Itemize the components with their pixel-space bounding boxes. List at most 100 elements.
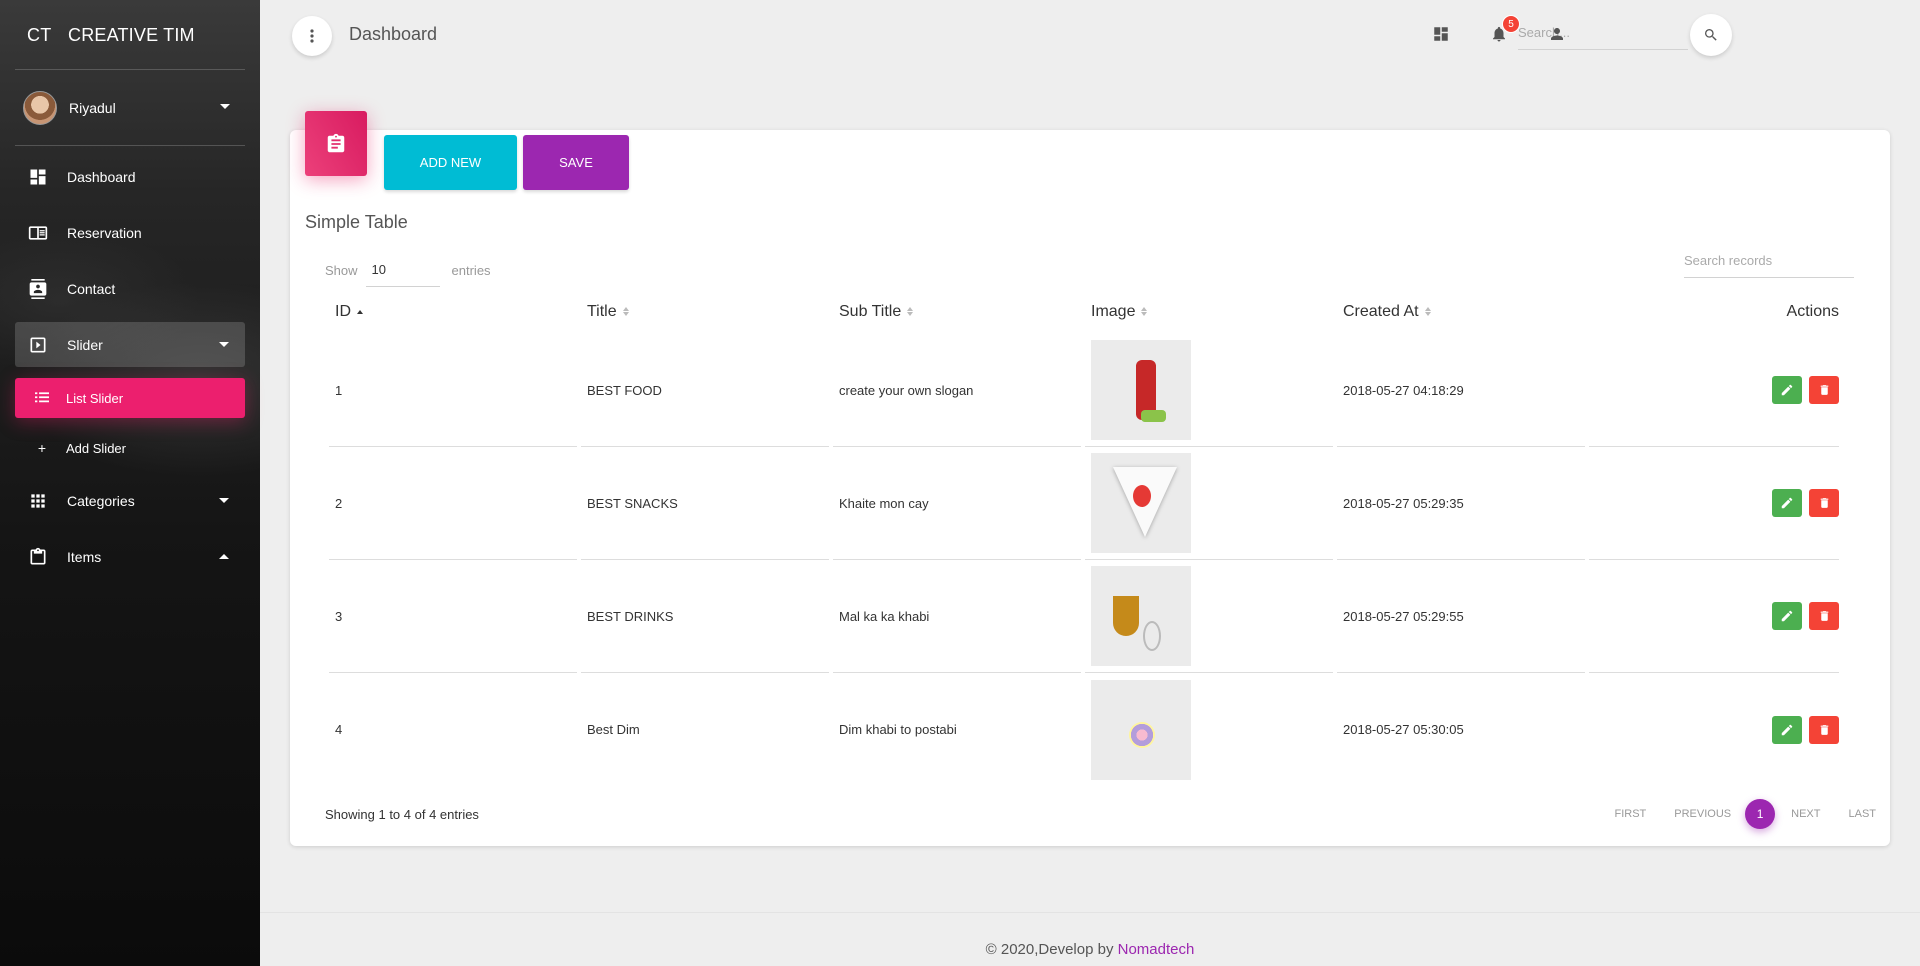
profile-button[interactable]	[1544, 21, 1570, 47]
delete-button[interactable]	[1809, 715, 1839, 744]
delete-button[interactable]	[1809, 376, 1839, 404]
trash-icon	[1820, 498, 1828, 508]
footer-link[interactable]: Nomadtech	[1118, 941, 1195, 958]
sort-asc-icon	[357, 309, 363, 315]
slider-image	[1091, 679, 1191, 780]
save-button[interactable]: SAVE	[523, 135, 629, 190]
sidebar-item-dashboard[interactable]: Dashboard	[15, 154, 245, 199]
entries-value: 10	[371, 262, 386, 277]
sidebar-subitem-list-slider[interactable]: List Slider	[15, 378, 245, 418]
add-new-button[interactable]: ADD NEW	[384, 135, 517, 190]
user-menu[interactable]: Riyadul	[0, 70, 260, 146]
person-icon	[1551, 28, 1563, 40]
pagination: FIRST PREVIOUS 1 NEXT LAST	[1587, 799, 1876, 829]
pencil-icon	[1782, 384, 1793, 396]
page-footer: © 2020,Develop by Nomadtech	[260, 912, 1920, 966]
search-records-input[interactable]	[1684, 244, 1854, 278]
sidebar-item-items[interactable]: Items	[15, 534, 245, 579]
slider-image	[1091, 340, 1191, 440]
sidebar-nav: Dashboard Reservation Contact Slider Lis…	[15, 154, 245, 590]
sidebar-item-slider[interactable]: Slider	[15, 322, 245, 367]
dashboard-icon	[1434, 27, 1448, 41]
entries-select[interactable]: 10	[365, 253, 440, 287]
slider-image	[1091, 453, 1191, 553]
table-header-row: ID Title Sub Title Image Created At Acti…	[329, 290, 1839, 334]
cell-actions	[1589, 673, 1839, 786]
sidebar-item-label: Reservation	[67, 224, 142, 241]
cell-image	[1085, 447, 1333, 560]
cell-image	[1085, 560, 1333, 673]
delete-button[interactable]	[1809, 489, 1839, 517]
slider-icon	[27, 334, 49, 356]
sidebar-item-categories[interactable]: Categories	[15, 478, 245, 523]
cell-title: BEST SNACKS	[581, 447, 829, 560]
column-header-image[interactable]: Image	[1085, 290, 1333, 334]
cell-subtitle: Mal ka ka khabi	[833, 560, 1081, 673]
table-info: Showing 1 to 4 of 4 entries	[325, 807, 479, 822]
column-header-subtitle[interactable]: Sub Title	[833, 290, 1081, 334]
table-row: 1 BEST FOOD create your own slogan 2018-…	[329, 334, 1839, 447]
cell-image	[1085, 673, 1333, 786]
table-row: 2 BEST SNACKS Khaite mon cay 2018-05-27 …	[329, 447, 1839, 560]
pagination-next[interactable]: NEXT	[1791, 808, 1820, 820]
entries-length: Show 10 entries	[325, 253, 491, 287]
pencil-icon	[1782, 610, 1793, 622]
data-table: ID Title Sub Title Image Created At Acti…	[325, 290, 1843, 786]
sort-icon	[1424, 306, 1431, 317]
sidebar-item-label: Dashboard	[67, 168, 136, 185]
notification-badge: 5	[1502, 15, 1520, 33]
contact-icon	[27, 278, 49, 300]
column-header-id[interactable]: ID	[329, 290, 577, 334]
pencil-icon	[1782, 724, 1793, 735]
edit-button[interactable]	[1772, 376, 1803, 404]
pagination-page-current[interactable]: 1	[1745, 799, 1776, 829]
cell-subtitle: Khaite mon cay	[833, 447, 1081, 560]
edit-button[interactable]	[1772, 489, 1803, 517]
caret-down-icon	[219, 498, 229, 503]
cell-id: 1	[329, 334, 577, 447]
apps-icon	[27, 490, 49, 512]
table-row: 4 Best Dim Dim khabi to postabi 2018-05-…	[329, 673, 1839, 786]
brand-name: CREATIVE TIM	[68, 24, 195, 45]
sidebar-item-reservation[interactable]: Reservation	[15, 210, 245, 255]
edit-button[interactable]	[1772, 715, 1803, 744]
sort-icon	[622, 306, 629, 317]
brand-mini: CT	[27, 24, 52, 45]
pagination-previous[interactable]: PREVIOUS	[1674, 808, 1731, 820]
sidebar-item-label: Slider	[67, 336, 103, 353]
cell-created: 2018-05-27 05:29:35	[1337, 447, 1585, 560]
sidebar-subitem-add-slider[interactable]: + Add Slider	[15, 428, 245, 468]
cell-id: 3	[329, 560, 577, 673]
sort-icon	[1141, 306, 1148, 317]
pagination-last[interactable]: LAST	[1848, 808, 1876, 820]
pagination-first[interactable]: FIRST	[1615, 808, 1647, 820]
page-title: Dashboard	[349, 24, 438, 44]
cell-created: 2018-05-27 05:30:05	[1343, 722, 1464, 737]
column-header-created[interactable]: Created At	[1337, 290, 1585, 334]
sort-icon	[907, 306, 914, 317]
cell-subtitle: create your own slogan	[833, 334, 1081, 447]
avatar	[23, 91, 57, 125]
card-header-icon	[305, 111, 367, 176]
column-header-title[interactable]: Title	[581, 290, 829, 334]
search-button[interactable]	[1690, 14, 1732, 56]
sidebar-toggle-button[interactable]	[292, 16, 332, 56]
cell-created: 2018-05-27 05:29:55	[1337, 560, 1585, 673]
sidebar-item-contact[interactable]: Contact	[15, 266, 245, 311]
cell-subtitle: Dim khabi to postabi	[839, 722, 957, 737]
edit-button[interactable]	[1772, 602, 1803, 630]
list-icon	[32, 390, 52, 406]
trash-icon	[1820, 611, 1828, 621]
dashboard-top-button[interactable]	[1428, 21, 1454, 47]
sidebar-subitem-label: Add Slider	[66, 440, 126, 456]
topbar: Dashboard 5	[260, 0, 1920, 70]
clipboard-icon	[27, 546, 49, 568]
cell-id: 2	[329, 447, 577, 560]
sidebar-item-label: Categories	[67, 492, 135, 509]
plus-icon: +	[37, 440, 47, 456]
notifications-button[interactable]: 5	[1486, 15, 1520, 47]
brand-logo[interactable]: CT CREATIVE TIM	[0, 0, 260, 70]
delete-button[interactable]	[1809, 602, 1839, 630]
assignment-icon	[327, 133, 345, 152]
cell-title: BEST DRINKS	[581, 560, 829, 673]
